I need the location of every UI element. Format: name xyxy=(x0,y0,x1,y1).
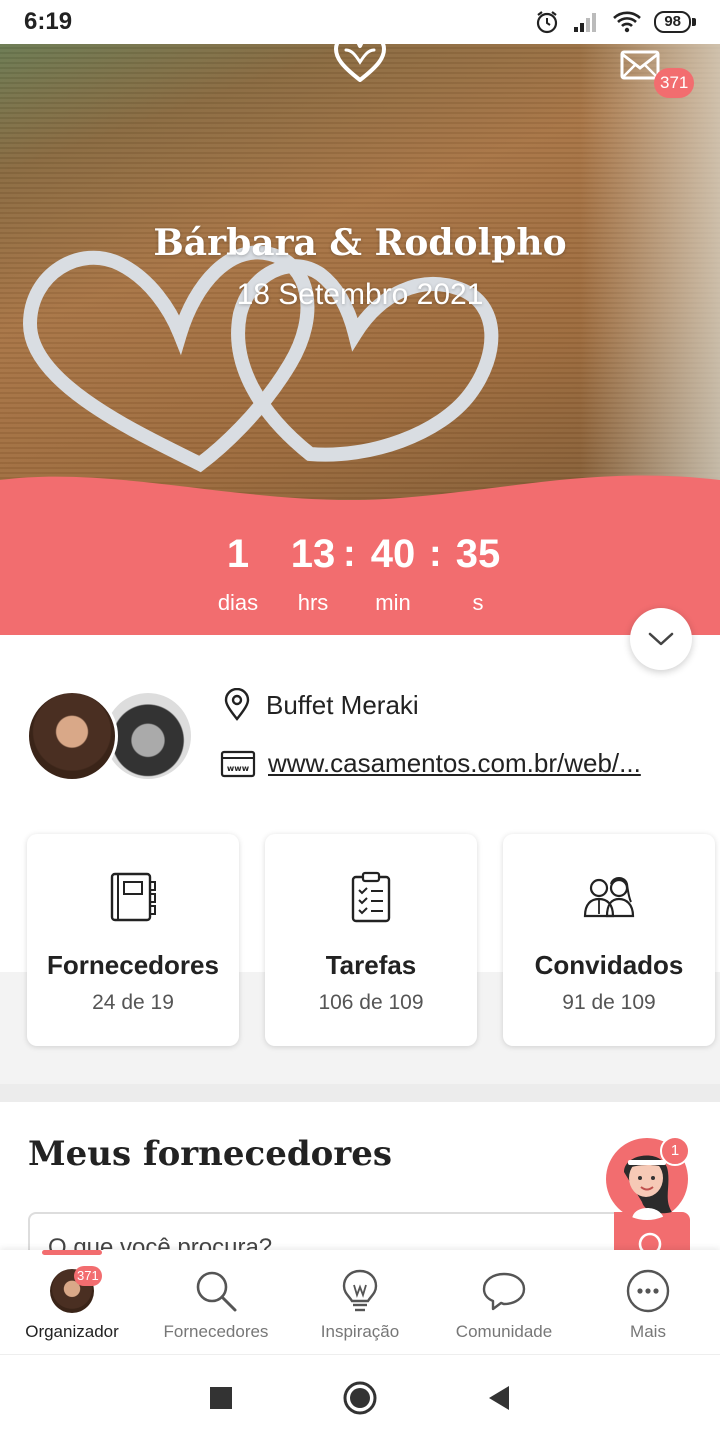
chat-bubble-icon xyxy=(482,1272,526,1311)
mail-badge: 371 xyxy=(654,68,695,98)
home-icon[interactable] xyxy=(343,1381,377,1415)
wedding-date: 18 Setembro 2021 xyxy=(236,278,484,311)
nav-label: Fornecedores xyxy=(163,1322,269,1341)
more-dots-icon xyxy=(626,1269,670,1313)
status-icons: 98 xyxy=(534,9,696,35)
nav-badge: 371 xyxy=(74,1266,102,1286)
wifi-icon xyxy=(613,11,642,33)
active-tab-indicator xyxy=(42,1250,102,1255)
hours-label: hrs xyxy=(297,590,329,615)
minutes-label: min xyxy=(375,590,411,615)
battery-indicator: 98 xyxy=(654,11,696,33)
lightbulb-icon xyxy=(342,1269,378,1312)
minutes-value: 40 xyxy=(370,532,416,576)
expand-button[interactable] xyxy=(630,608,692,670)
seconds-label: s xyxy=(472,590,484,615)
venue-row[interactable]: Buffet Meraki xyxy=(220,688,419,722)
nav-organizer[interactable]: 371 Organizador xyxy=(0,1250,144,1354)
svg-text:www: www xyxy=(227,764,250,773)
signal-icon xyxy=(574,13,597,32)
recent-apps-icon[interactable] xyxy=(209,1386,233,1410)
card-title: Convidados xyxy=(534,950,684,980)
battery-level: 98 xyxy=(654,11,691,33)
countdown-panel: 1 dias 13 hrs : 40 min : 35 s xyxy=(0,470,720,635)
section-title: Meus fornecedores xyxy=(28,1134,393,1174)
countdown-minutes: 40 min xyxy=(348,532,438,616)
back-icon[interactable] xyxy=(487,1385,511,1411)
card-guests[interactable]: Convidados 91 de 109 xyxy=(503,834,715,1046)
card-suppliers[interactable]: Fornecedores 24 de 19 xyxy=(27,834,239,1046)
venue-name: Buffet Meraki xyxy=(266,689,419,720)
couple-names: Bárbara & Rodolpho xyxy=(153,222,567,264)
clipboard-checklist-icon xyxy=(351,871,391,923)
status-time: 6:19 xyxy=(24,8,73,35)
countdown-seconds: 35 s xyxy=(433,532,523,616)
nav-label: Organizador xyxy=(25,1322,119,1341)
nav-label: Inspiração xyxy=(320,1322,400,1341)
bride-avatar[interactable] xyxy=(26,690,118,782)
nav-more[interactable]: Mais xyxy=(576,1250,720,1354)
nav-label: Comunidade xyxy=(455,1322,553,1341)
battery-tip xyxy=(692,18,696,26)
card-subtitle: 24 de 19 xyxy=(92,991,174,1014)
website-link[interactable]: www.casamentos.com.br/web/... xyxy=(268,748,641,779)
card-tasks[interactable]: Tarefas 106 de 109 xyxy=(265,834,477,1046)
alarm-icon xyxy=(537,11,558,34)
nav-inspiration[interactable]: Inspiração xyxy=(288,1250,432,1354)
card-title: Fornecedores xyxy=(47,950,219,980)
location-pin-icon xyxy=(224,688,250,721)
website-row[interactable]: www www.casamentos.com.br/web/... xyxy=(220,748,641,779)
search-icon xyxy=(196,1271,237,1312)
nav-label: Mais xyxy=(630,1322,666,1341)
bottom-navigation: 371 Organizador Fornecedores Inspiração … xyxy=(0,1250,720,1354)
cover-photo[interactable]: Bárbara & Rodolpho 18 Setembro 2021 xyxy=(0,44,720,504)
system-navigation-bar xyxy=(0,1354,720,1440)
chevron-down-icon xyxy=(648,632,674,646)
card-subtitle: 91 de 109 xyxy=(562,991,656,1014)
nav-suppliers[interactable]: Fornecedores xyxy=(144,1250,288,1354)
section-divider xyxy=(0,1084,720,1102)
notebook-icon xyxy=(110,872,156,922)
cover-photo-edge xyxy=(580,44,720,504)
couple-guests-icon xyxy=(583,877,635,918)
card-subtitle: 106 de 109 xyxy=(318,991,424,1014)
heart-icon xyxy=(334,35,386,82)
website-icon: www xyxy=(220,750,256,777)
nav-community[interactable]: Comunidade xyxy=(432,1250,576,1354)
assistant-badge: 1 xyxy=(660,1136,690,1166)
seconds-value: 35 xyxy=(455,532,501,576)
card-title: Tarefas xyxy=(325,950,417,980)
